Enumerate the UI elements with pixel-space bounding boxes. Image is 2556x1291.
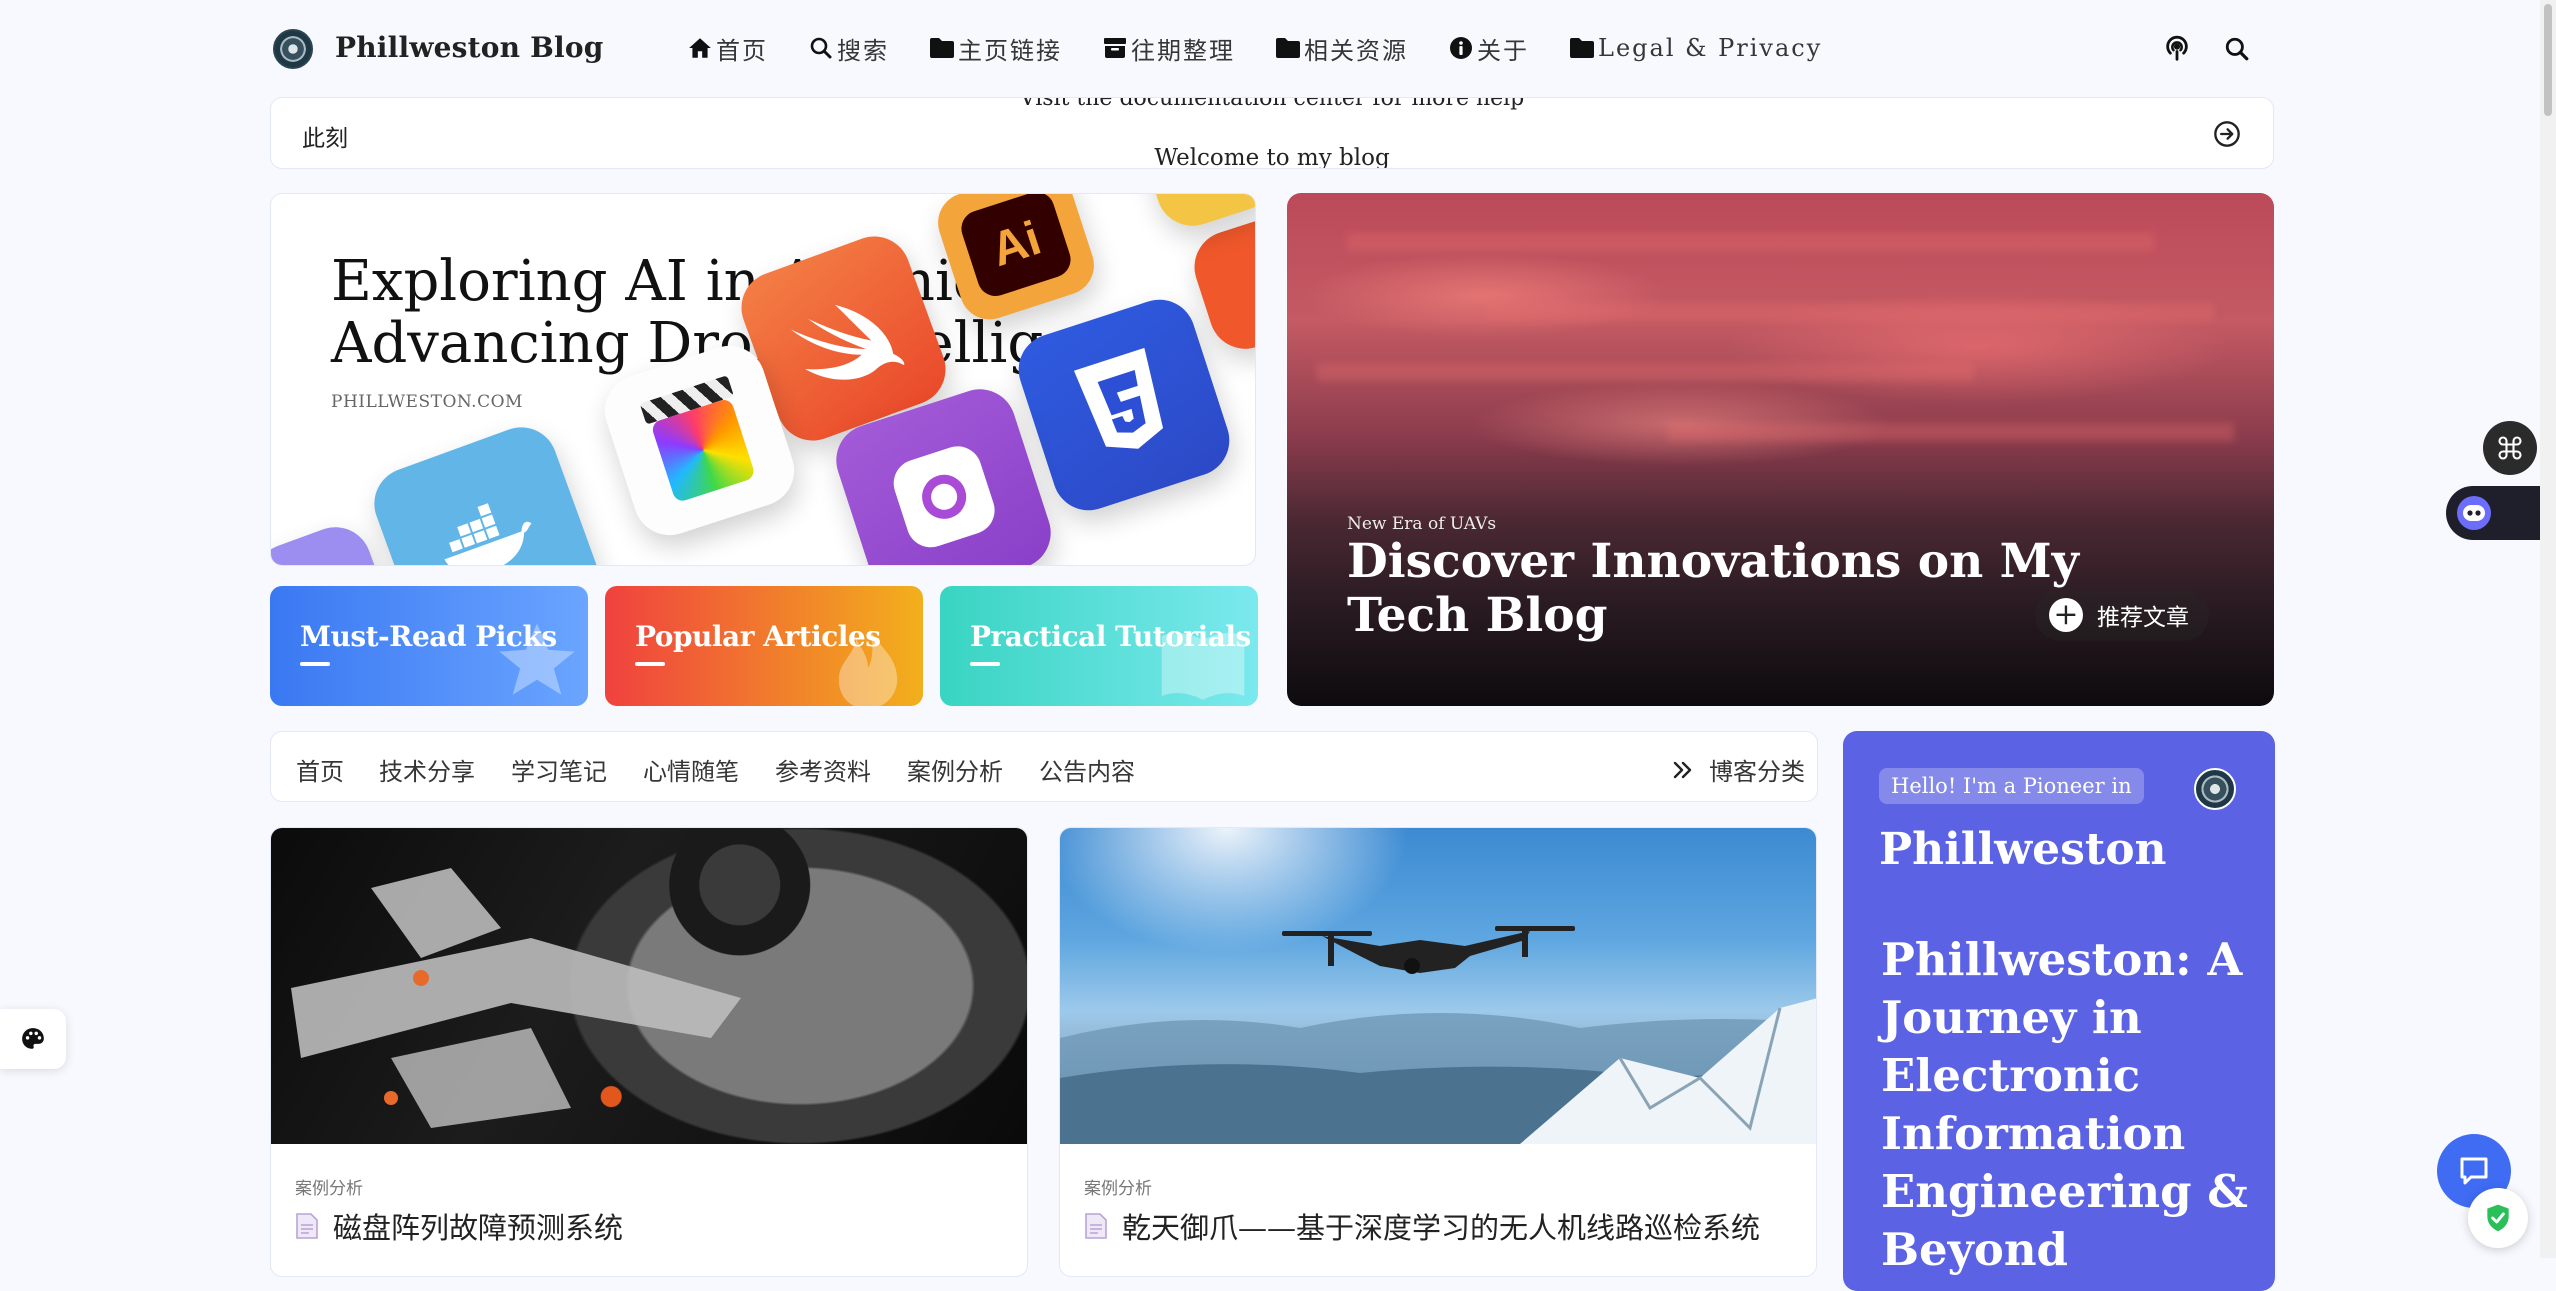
hero-banner[interactable]: New Era of UAVs Discover Innovations on … — [1287, 193, 2274, 706]
avatar[interactable] — [2194, 768, 2236, 810]
menu-item-resources[interactable]: 相关资源 — [1274, 31, 1408, 66]
navbar: Phillweston Blog 首页 搜索 主页链接 往期整理 相关资源 关于… — [0, 0, 2540, 98]
blog-categories-link[interactable]: 博客分类 — [1671, 752, 1805, 787]
category-card-label: Popular Articles — [635, 620, 881, 653]
menu-item-label: 关于 — [1477, 36, 1529, 65]
featured-banner[interactable]: Exploring AI in Avionics, Advancing Dron… — [270, 193, 1256, 566]
cloud-decoration — [1667, 423, 2234, 441]
info-icon — [1447, 34, 1475, 62]
menu-item-legal[interactable]: Legal & Privacy — [1568, 34, 1822, 62]
archive-icon — [1101, 34, 1129, 62]
folder-icon — [928, 34, 956, 62]
page-scrollbar[interactable] — [2540, 0, 2556, 1258]
site-name[interactable]: Phillweston Blog — [335, 28, 603, 68]
drone-photo — [1060, 828, 1816, 1144]
plus-icon: + — [2049, 598, 2083, 632]
docker-icon — [364, 417, 608, 565]
announcement-previous-text: Visit the documentation center for more … — [1019, 97, 1525, 111]
chat-icon — [2456, 1153, 2492, 1189]
search-icon — [807, 34, 835, 62]
post-card[interactable]: 案例分析 磁盘阵列故障预测系统 — [270, 827, 1028, 1277]
ai-assistant-button[interactable] — [2446, 486, 2540, 540]
document-icon — [1084, 1212, 1108, 1240]
podcast-icon[interactable] — [2160, 32, 2194, 66]
cloud-decoration — [1317, 363, 1974, 381]
document-icon — [295, 1212, 319, 1240]
widgets-button[interactable] — [2483, 421, 2537, 475]
arrow-right-circle-icon[interactable] — [2213, 120, 2241, 148]
security-shield-badge[interactable] — [2468, 1188, 2528, 1248]
category-card-label: Must-Read Picks — [300, 620, 557, 653]
palette-icon — [20, 1026, 46, 1052]
banner-domain: PHILLWESTON.COM — [331, 392, 523, 412]
author-card[interactable]: Hello! I'm a Pioneer in Phillweston Phil… — [1843, 731, 2275, 1291]
menu-item-label: 搜索 — [837, 36, 889, 65]
blog-categories-label: 博客分类 — [1709, 758, 1805, 786]
category-card-tutorials[interactable]: Practical Tutorials — [940, 586, 1258, 706]
menu-item-links[interactable]: 主页链接 — [928, 31, 1062, 66]
shield-check-icon — [2482, 1202, 2514, 1234]
menu-item-archive[interactable]: 往期整理 — [1101, 31, 1235, 66]
main-menu: 首页 搜索 主页链接 往期整理 相关资源 关于 Legal & Privacy — [686, 28, 1861, 68]
command-icon — [2496, 434, 2524, 462]
tab-tech-share[interactable]: 技术分享 — [379, 752, 475, 787]
category-card-underline — [300, 662, 330, 666]
hero-subtitle: New Era of UAVs — [1347, 514, 1497, 534]
search-icon[interactable] — [2220, 32, 2254, 66]
folder-icon — [1274, 34, 1302, 62]
category-card-label: Practical Tutorials — [970, 620, 1251, 653]
category-card-popular[interactable]: Popular Articles — [605, 586, 923, 706]
hard-disk-photo — [271, 828, 1027, 1144]
tab-case-studies[interactable]: 案例分析 — [907, 752, 1003, 787]
author-name: Phillweston — [1879, 824, 2167, 875]
post-title[interactable]: 乾天御爪——基于深度学习的无人机线路巡检系统 — [1084, 1205, 1760, 1247]
category-card-underline — [970, 662, 1000, 666]
menu-item-search[interactable]: 搜索 — [807, 31, 889, 66]
cloud-decoration — [1487, 303, 2214, 321]
category-card-must-read[interactable]: Must-Read Picks — [270, 586, 588, 706]
menu-item-label: 主页链接 — [958, 36, 1062, 65]
robot-icon — [2456, 495, 2492, 531]
menu-item-home[interactable]: 首页 — [686, 31, 768, 66]
post-category[interactable]: 案例分析 — [295, 1174, 363, 1199]
menu-item-about[interactable]: 关于 — [1447, 31, 1529, 66]
post-card[interactable]: 案例分析 乾天御爪——基于深度学习的无人机线路巡检系统 — [1059, 827, 1817, 1277]
hero-title: Discover Innovations on My Tech Blog — [1347, 534, 2079, 643]
announcement-bar[interactable]: 此刻 Visit the documentation center for mo… — [270, 97, 2274, 169]
cloud-decoration — [1347, 233, 2154, 251]
theme-palette-button[interactable] — [0, 1009, 66, 1069]
category-tabs: 首页 技术分享 学习笔记 心情随笔 参考资料 案例分析 公告内容 博客分类 — [270, 731, 1818, 802]
announcement-text: Welcome to my blog — [1154, 145, 1390, 169]
home-icon — [686, 34, 714, 62]
menu-item-label: Legal & Privacy — [1598, 34, 1823, 62]
double-chevron-right-icon — [1671, 758, 1695, 782]
menu-item-label: 往期整理 — [1131, 36, 1235, 65]
tab-essays[interactable]: 心情随笔 — [643, 752, 739, 787]
site-logo[interactable] — [273, 29, 313, 69]
menu-item-label: 首页 — [716, 36, 768, 65]
author-badge: Hello! I'm a Pioneer in — [1879, 768, 2144, 804]
recommend-articles-button[interactable]: + 推荐文章 — [2035, 589, 2209, 641]
tab-references[interactable]: 参考资料 — [775, 752, 871, 787]
post-category[interactable]: 案例分析 — [1084, 1174, 1152, 1199]
tab-announcements[interactable]: 公告内容 — [1039, 752, 1135, 787]
author-description: Phillweston: A Journey in Electronic Inf… — [1881, 933, 2248, 1276]
folder-icon — [1568, 34, 1596, 62]
post-title[interactable]: 磁盘阵列故障预测系统 — [295, 1205, 623, 1247]
menu-item-label: 相关资源 — [1304, 36, 1408, 65]
tab-study-notes[interactable]: 学习笔记 — [511, 752, 607, 787]
tab-home[interactable]: 首页 — [296, 752, 344, 787]
recommend-articles-label: 推荐文章 — [2097, 605, 2189, 631]
category-card-underline — [635, 662, 665, 666]
scrollbar-thumb[interactable] — [2544, 4, 2552, 116]
